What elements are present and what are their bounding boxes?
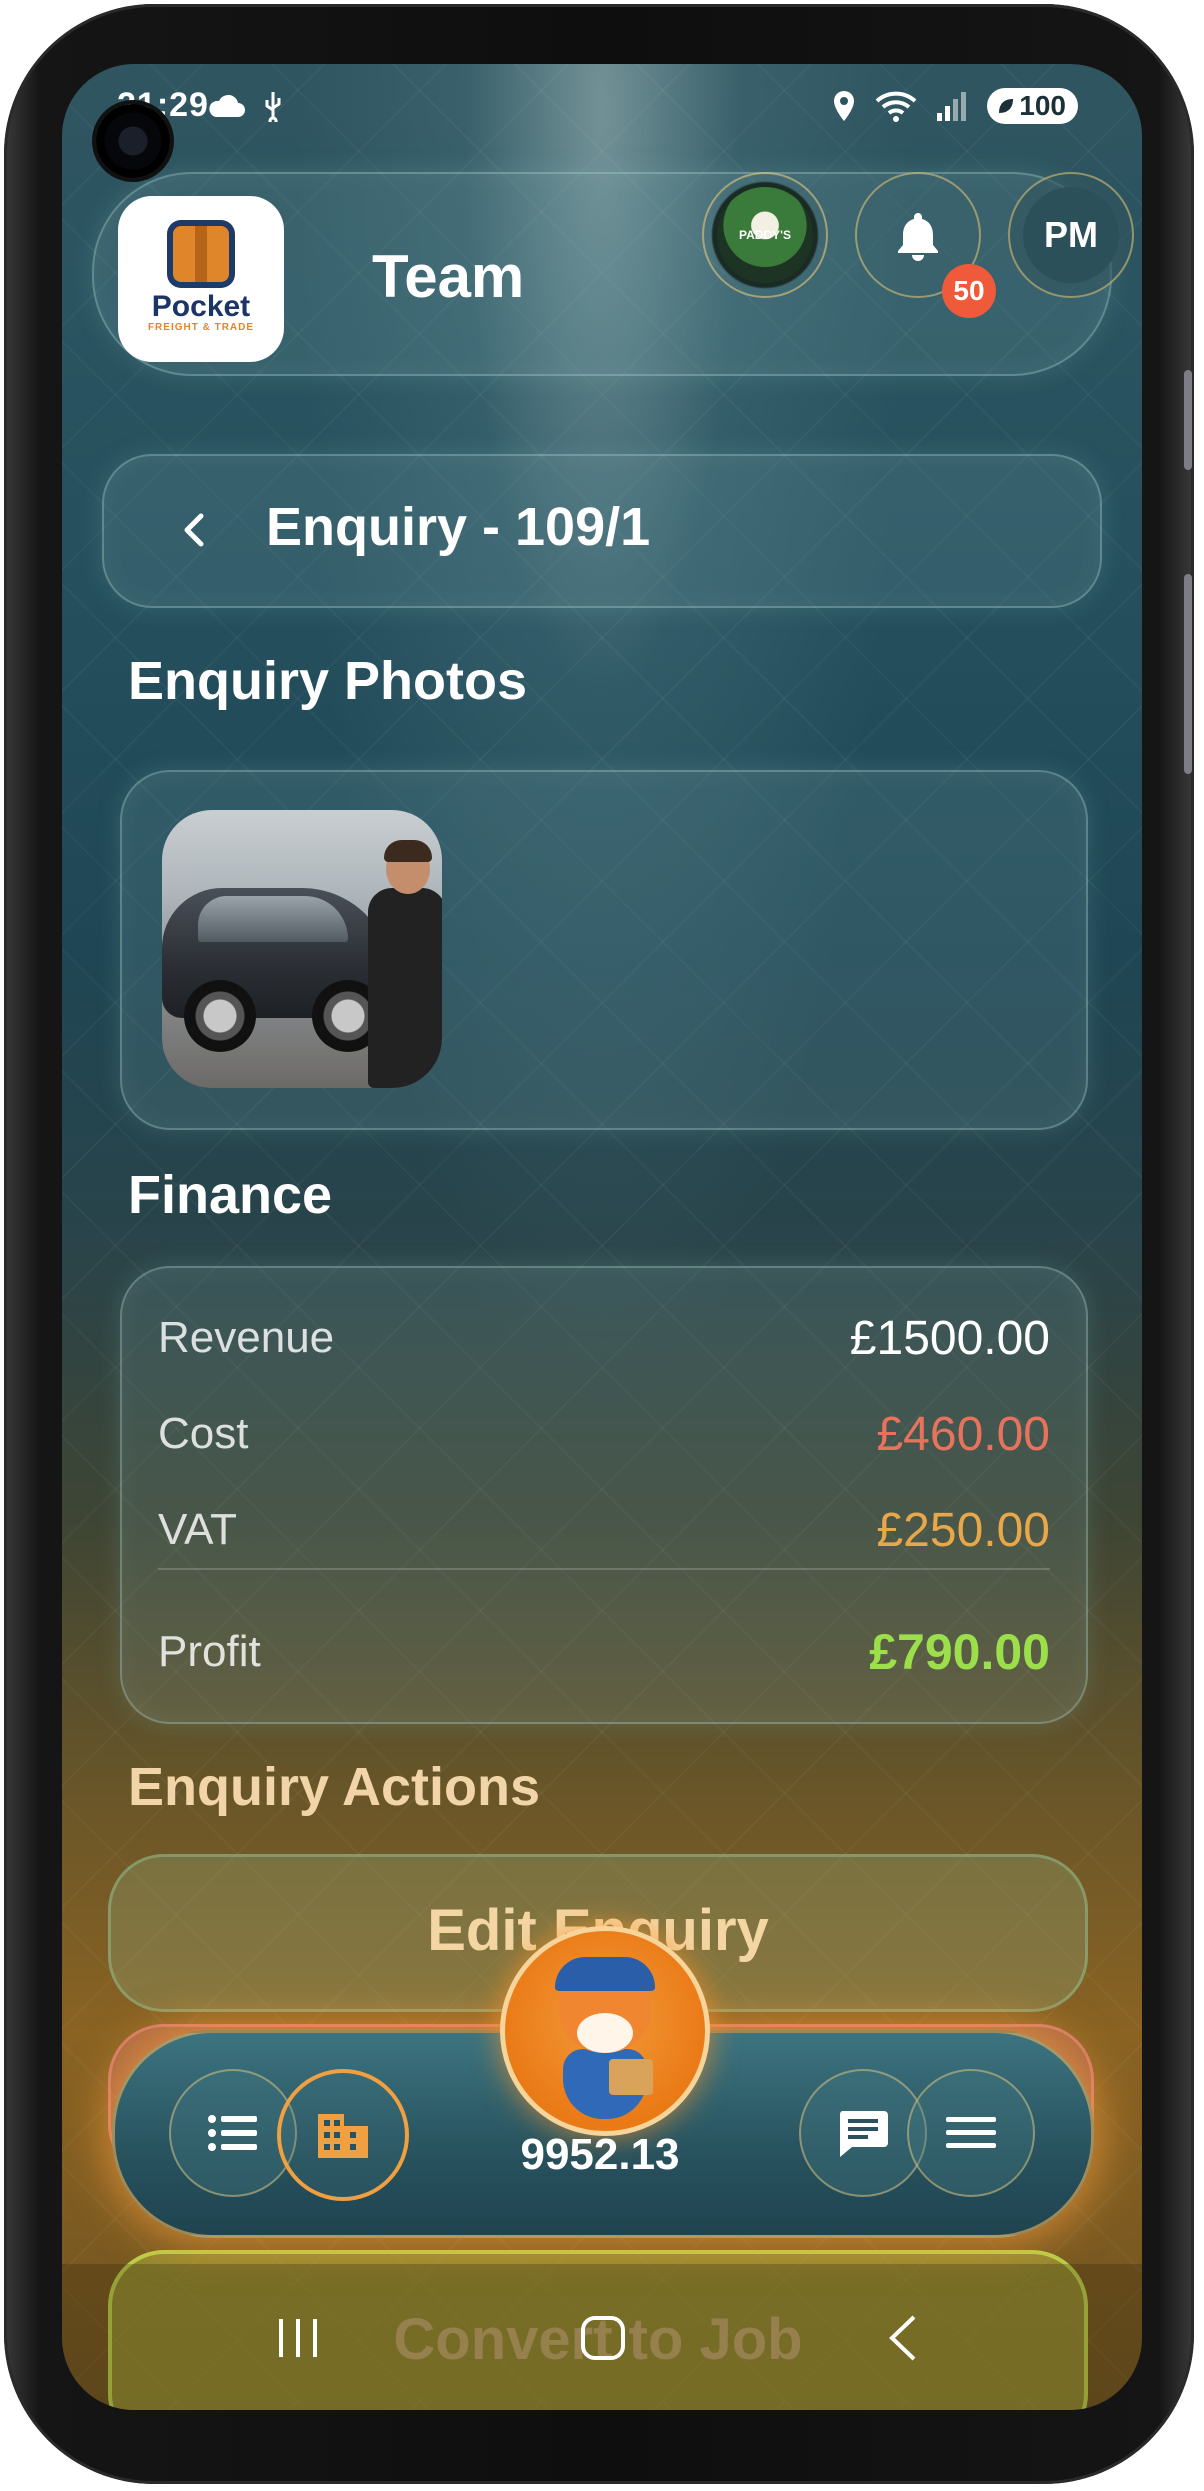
system-nav-bar — [62, 2264, 1142, 2410]
balance-value: 9952.13 — [520, 2130, 680, 2179]
recents-button[interactable] — [268, 2310, 328, 2366]
finance-section-title: Finance — [128, 1165, 333, 1225]
nav-company-button[interactable] — [277, 2069, 409, 2201]
bell-icon — [898, 213, 938, 261]
cloud-icon — [209, 94, 245, 117]
company-logo-button[interactable]: PADDY'S — [702, 172, 828, 298]
avatar: PM — [1023, 187, 1119, 283]
wifi-icon — [875, 91, 917, 122]
home-button[interactable] — [568, 2310, 638, 2366]
notification-badge: 50 — [942, 264, 996, 318]
finance-panel: Revenue £1500.00 Cost £460.00 VAT £250.0… — [120, 1266, 1088, 1724]
finance-row-cost: Cost £460.00 — [158, 1404, 1050, 1464]
home-icon — [581, 2316, 625, 2360]
wheel — [184, 980, 256, 1052]
finance-row-profit: Profit £790.00 — [158, 1622, 1050, 1682]
volume-button — [1184, 370, 1192, 470]
photos-section-title: Enquiry Photos — [128, 651, 528, 711]
mascot-muzzle — [577, 2013, 633, 2053]
front-camera — [96, 104, 170, 178]
system-back-button[interactable] — [872, 2310, 932, 2366]
header-title: Team — [372, 243, 525, 310]
mascot-hat — [555, 1957, 655, 1991]
chevron-left-icon — [184, 513, 204, 547]
mascot-button[interactable] — [500, 1926, 710, 2136]
finance-value: £250.00 — [876, 1503, 1050, 1557]
cube-icon — [173, 225, 229, 282]
app-logo[interactable]: Pocket FREIGHT & TRADE — [118, 196, 284, 362]
back-icon — [889, 2315, 916, 2361]
logo-tagline: FREIGHT & TRADE — [147, 321, 255, 333]
finance-label: Cost — [158, 1409, 249, 1458]
finance-label: Revenue — [158, 1313, 335, 1362]
profit-value: £790.00 — [869, 1624, 1050, 1680]
person-figure — [368, 840, 442, 1088]
photos-panel — [120, 770, 1088, 1130]
location-icon — [834, 91, 855, 121]
battery-level: 100 — [1019, 90, 1066, 121]
user-avatar-button[interactable]: PM — [1008, 172, 1134, 298]
building-icon — [318, 2114, 368, 2158]
screen: 21:29 100 Pocket FREIGHT & TRADE Team PA… — [62, 64, 1142, 2410]
enquiry-photo[interactable] — [162, 810, 442, 1088]
logo-name: Pocket — [151, 289, 251, 323]
leaf-icon — [999, 99, 1014, 113]
chat-icon — [839, 2111, 888, 2157]
menu-icon — [946, 2117, 996, 2148]
page-title-bar: Enquiry - 109/1 — [102, 454, 1102, 608]
finance-row-vat: VAT £250.00 — [158, 1500, 1050, 1560]
signal-icon — [937, 92, 967, 121]
power-button — [1184, 574, 1192, 774]
list-icon — [208, 2115, 257, 2151]
finance-row-revenue: Revenue £1500.00 — [158, 1308, 1050, 1368]
person-hair — [384, 840, 432, 862]
finance-value: £1500.00 — [849, 1311, 1050, 1365]
finance-divider — [158, 1568, 1050, 1570]
finance-label: Profit — [158, 1627, 261, 1676]
recents-icon — [279, 2319, 317, 2357]
page-title: Enquiry - 109/1 — [266, 497, 651, 557]
usb-icon — [265, 92, 281, 122]
back-button[interactable] — [164, 500, 224, 560]
company-logo: PADDY'S — [717, 187, 813, 283]
actions-section-title: Enquiry Actions — [128, 1757, 541, 1817]
car-window — [198, 896, 348, 942]
finance-value: £460.00 — [876, 1407, 1050, 1461]
company-logo-text: PADDY'S — [739, 228, 791, 242]
person-body — [368, 888, 442, 1088]
status-bar: 21:29 100 — [62, 64, 1142, 154]
finance-label: VAT — [158, 1505, 238, 1554]
mascot-box — [609, 2059, 653, 2095]
nav-menu-button[interactable] — [907, 2069, 1035, 2197]
battery-indicator: 100 — [987, 88, 1078, 124]
